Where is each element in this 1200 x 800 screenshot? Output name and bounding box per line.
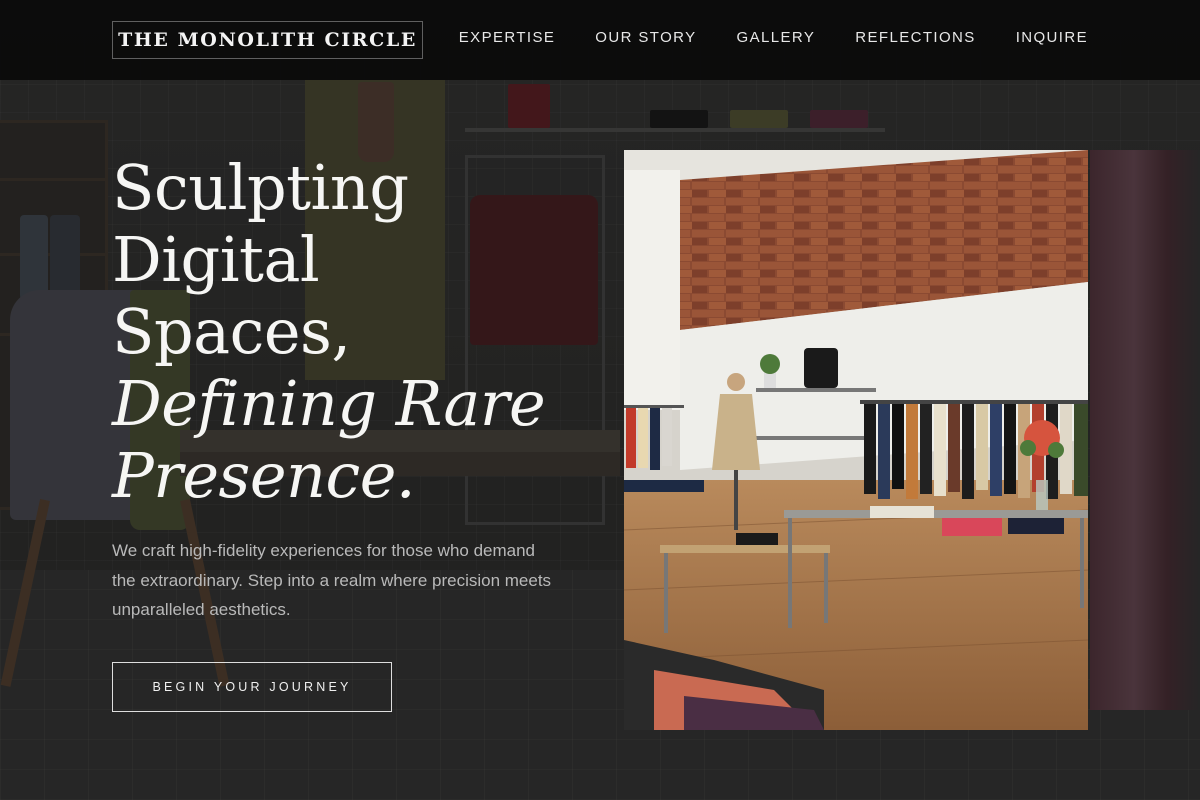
nav-link-our-story[interactable]: OUR STORY <box>595 29 696 46</box>
hero-title-line: Digital <box>112 223 320 296</box>
hero-title: Sculpting Digital Spaces, Defining Rare … <box>112 152 632 512</box>
photo-backpack <box>804 348 838 388</box>
nav-link-reflections[interactable]: REFLECTIONS <box>855 29 975 46</box>
photo-clothing-rack <box>860 400 1088 404</box>
hero-title-italic-line: Presence. <box>112 439 416 512</box>
begin-journey-button[interactable]: BEGIN YOUR JOURNEY <box>112 662 392 712</box>
top-navbar: THE MONOLITH CIRCLE EXPERTISE OUR STORY … <box>0 0 1200 80</box>
main-nav: EXPERTISE OUR STORY GALLERY REFLECTIONS … <box>459 29 1088 46</box>
photo-window <box>624 170 680 410</box>
hero-description: We craft high-fidelity experiences for t… <box>112 541 552 619</box>
hero-title-italic-line: Defining Rare <box>112 367 546 440</box>
photo-mannequin <box>712 394 760 470</box>
photo-plant <box>760 354 780 374</box>
photo-low-table <box>660 545 830 553</box>
hero-title-line: Spaces, <box>112 295 351 368</box>
photo-table <box>784 510 1088 518</box>
nav-link-expertise[interactable]: EXPERTISE <box>459 29 556 46</box>
store-interior-illustration <box>624 150 1088 730</box>
brand-logo[interactable]: THE MONOLITH CIRCLE <box>112 21 423 59</box>
nav-link-gallery[interactable]: GALLERY <box>737 29 816 46</box>
hero-store-photo <box>624 150 1088 730</box>
nav-link-inquire[interactable]: INQUIRE <box>1016 29 1088 46</box>
hero-title-line: Sculpting <box>112 151 409 224</box>
